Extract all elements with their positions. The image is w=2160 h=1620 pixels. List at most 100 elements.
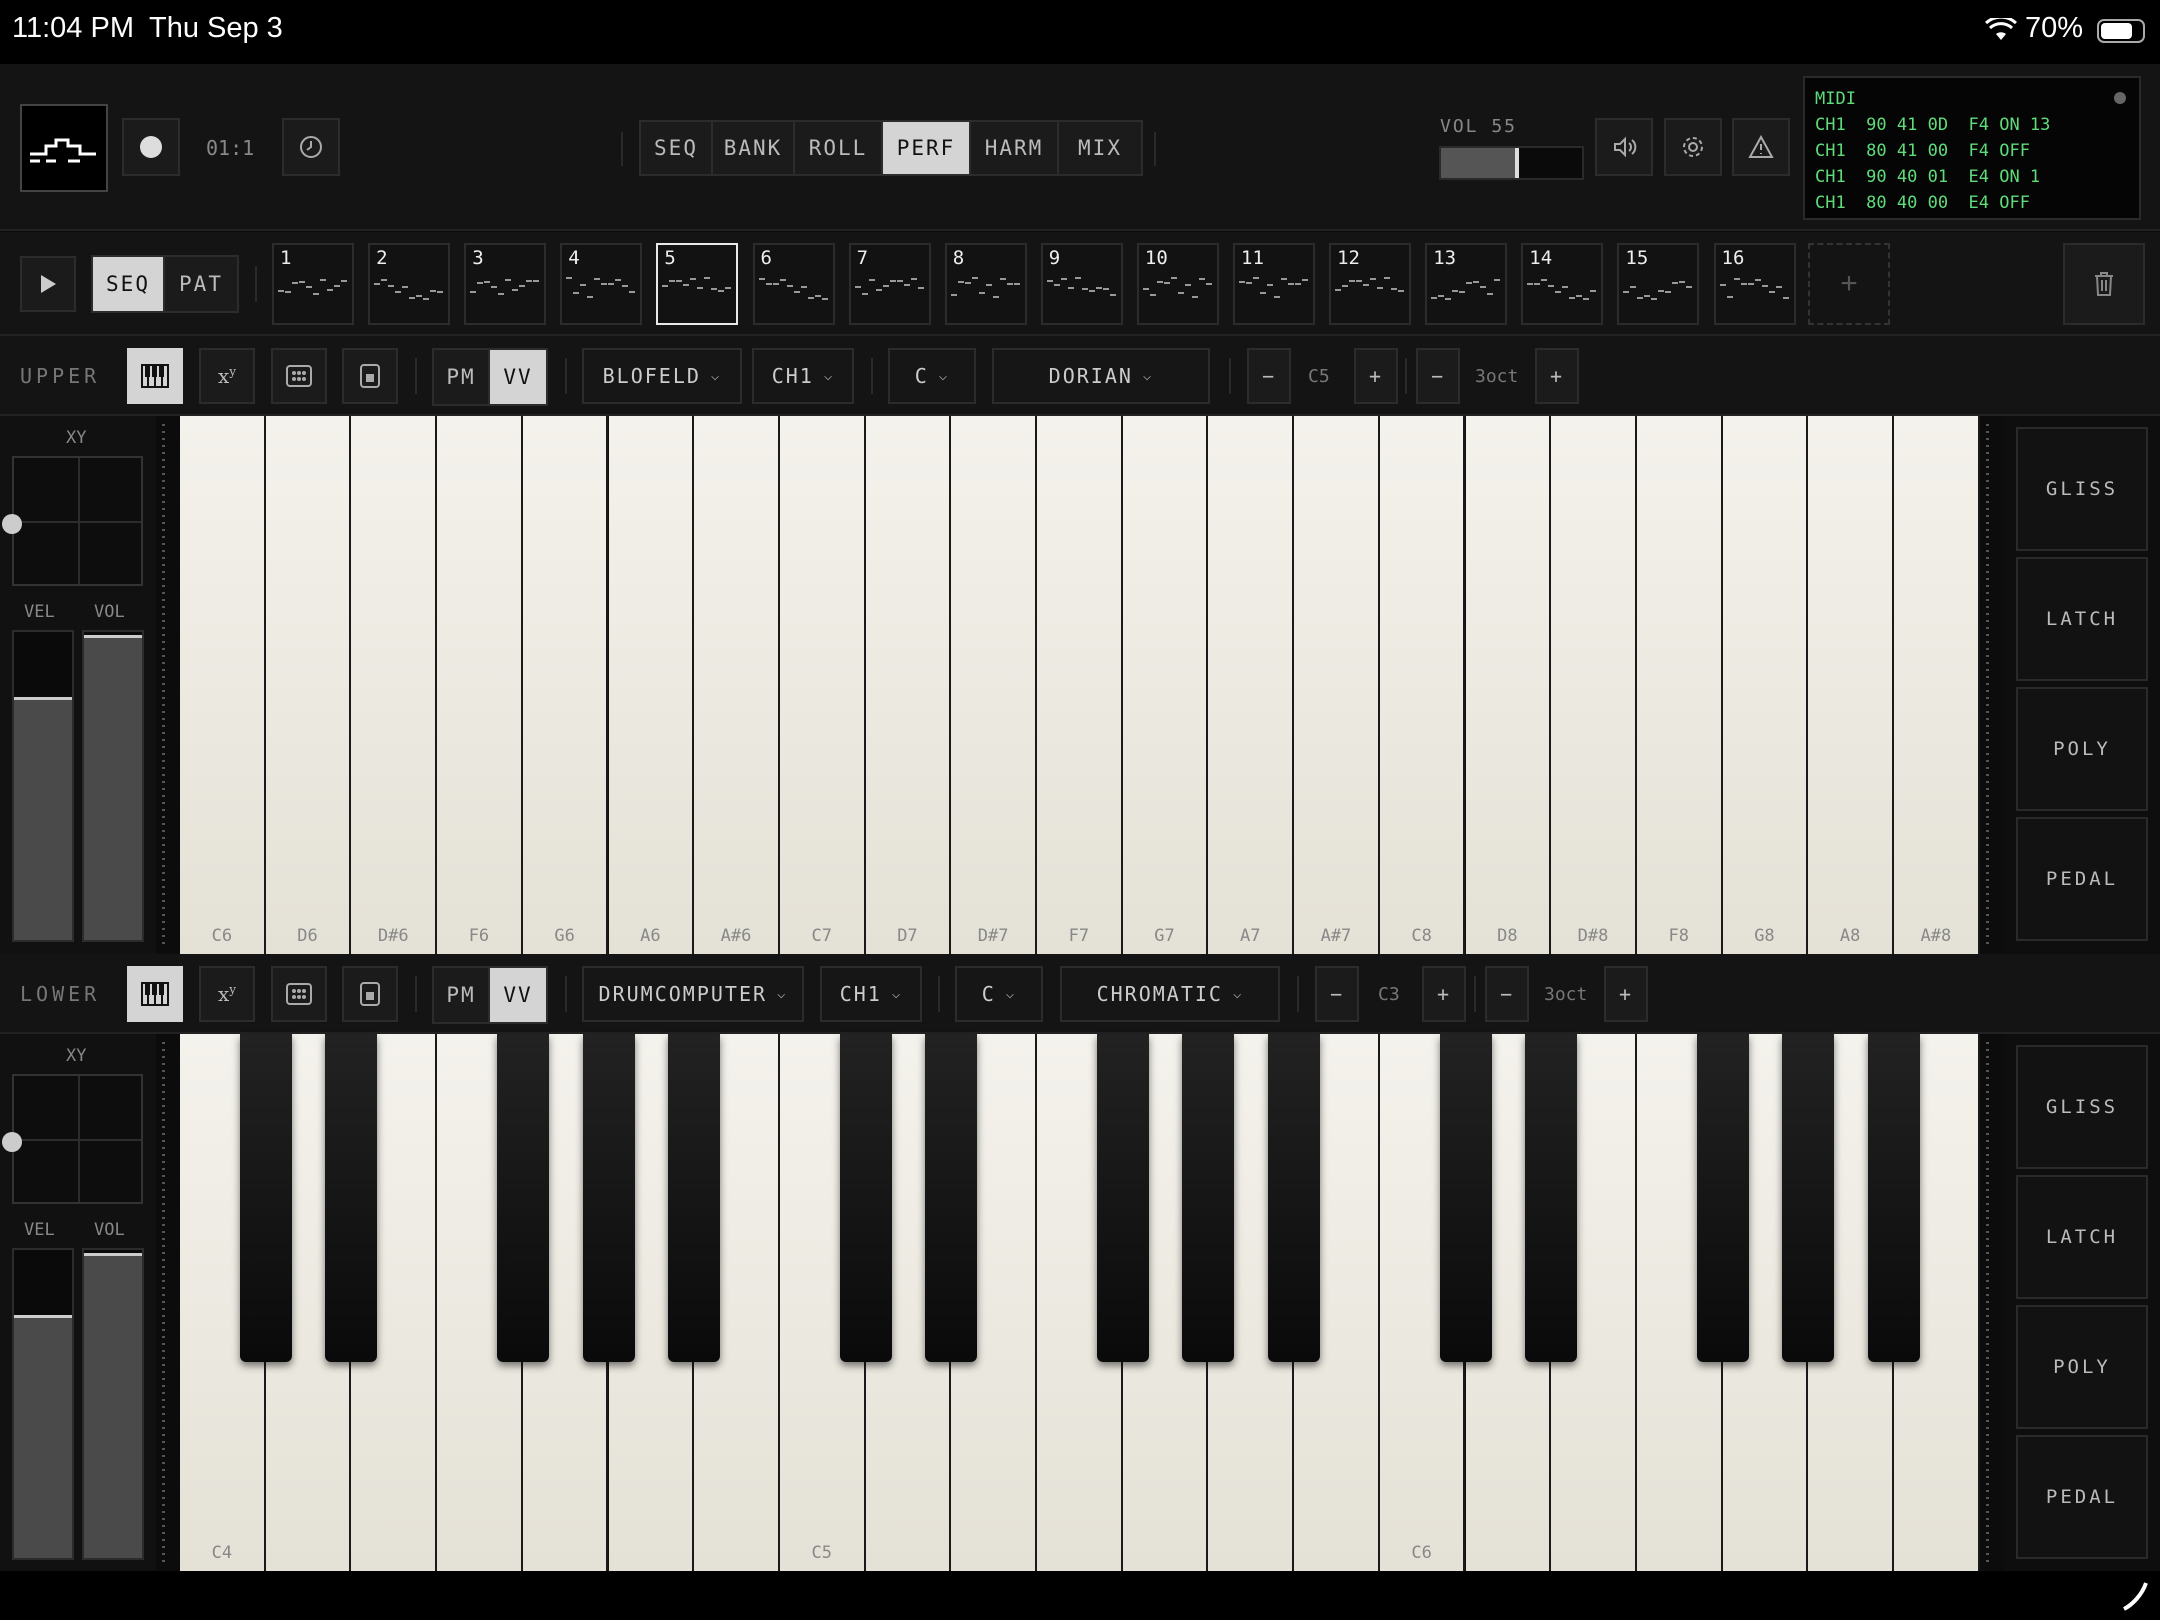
white-key[interactable]: A#6 — [694, 416, 780, 954]
upper-pedal-button[interactable]: PEDAL — [2016, 817, 2148, 941]
white-key[interactable]: F8 — [1636, 416, 1723, 954]
settings-button[interactable] — [1664, 118, 1722, 176]
tab-mix[interactable]: MIX — [1059, 122, 1141, 174]
pattern-slot-16[interactable]: 16 — [1713, 243, 1796, 325]
white-key[interactable]: D6 — [265, 416, 352, 954]
pattern-slot-10[interactable]: 10 — [1136, 243, 1219, 325]
lower-grid-mode-button[interactable] — [271, 966, 327, 1022]
mode-pat-button[interactable]: PAT — [165, 257, 237, 311]
delete-pattern-button[interactable] — [2063, 243, 2145, 325]
white-key[interactable]: G7 — [1122, 416, 1209, 954]
pattern-slot-15[interactable]: 15 — [1617, 243, 1700, 325]
upper-octave-down-button[interactable]: − — [1416, 348, 1460, 404]
lower-scale-dropdown[interactable]: CHROMATIC ⌵ — [1060, 966, 1280, 1022]
black-key[interactable] — [1525, 1034, 1578, 1362]
lower-channel-dropdown[interactable]: CH1 ⌵ — [820, 966, 922, 1022]
lower-poly-button[interactable]: POLY — [2016, 1305, 2148, 1429]
lower-keyboard[interactable]: C4 C5 C6 — [180, 1034, 1980, 1571]
lower-pedal-button[interactable]: PEDAL — [2016, 1435, 2148, 1559]
volume-slider[interactable] — [1439, 146, 1584, 180]
white-key[interactable]: C7 — [779, 416, 866, 954]
white-key[interactable]: A7 — [1208, 416, 1295, 954]
warning-button[interactable] — [1732, 118, 1790, 176]
pattern-slot-3[interactable]: 3 — [464, 243, 547, 325]
tab-bank[interactable]: BANK — [713, 122, 795, 174]
upper-keyboard-mode-button[interactable] — [127, 348, 183, 404]
upper-note-up-button[interactable]: + — [1354, 348, 1398, 404]
lower-fader-mode-button[interactable] — [342, 966, 398, 1022]
white-key[interactable]: D#8 — [1551, 416, 1637, 954]
tab-harm[interactable]: HARM — [971, 122, 1059, 174]
white-key[interactable]: D7 — [865, 416, 952, 954]
lower-key-dropdown[interactable]: C ⌵ — [955, 966, 1043, 1022]
white-key[interactable]: F6 — [437, 416, 523, 954]
white-key[interactable]: A8 — [1808, 416, 1894, 954]
upper-instrument-dropdown[interactable]: BLOFELD ⌵ — [582, 348, 742, 404]
upper-fader-mode-button[interactable] — [342, 348, 398, 404]
upper-velocity-fader[interactable] — [12, 630, 74, 942]
white-key[interactable]: F7 — [1037, 416, 1123, 954]
pattern-slot-6[interactable]: 6 — [752, 243, 835, 325]
pattern-slot-5[interactable]: 5 — [656, 243, 739, 325]
white-key[interactable]: G8 — [1722, 416, 1809, 954]
black-key[interactable] — [1268, 1034, 1321, 1362]
upper-gliss-button[interactable]: GLISS — [2016, 427, 2148, 551]
upper-keyboard[interactable]: C6 D6 D#6 F6 G6 A6 A#6 C7 D7 D#7 F7 G7 A7 A#7 C8 D8 D#8 F… — [180, 416, 1980, 954]
tab-perf[interactable]: PERF — [883, 122, 971, 174]
white-key[interactable]: D#6 — [351, 416, 438, 954]
upper-pm-button[interactable]: PM — [434, 350, 490, 404]
lower-note-up-button[interactable]: + — [1422, 966, 1466, 1022]
upper-octave-up-button[interactable]: + — [1535, 348, 1579, 404]
white-key[interactable]: D8 — [1465, 416, 1552, 954]
pattern-slot-14[interactable]: 14 — [1521, 243, 1604, 325]
upper-xy-handle[interactable] — [2, 514, 22, 534]
black-key[interactable] — [1439, 1034, 1492, 1362]
white-key[interactable]: A6 — [608, 416, 695, 954]
white-key[interactable]: A#8 — [1894, 416, 1980, 954]
pattern-slot-12[interactable]: 12 — [1329, 243, 1412, 325]
pattern-slot-2[interactable]: 2 — [368, 243, 451, 325]
black-key[interactable] — [668, 1034, 721, 1362]
lower-latch-button[interactable]: LATCH — [2016, 1175, 2148, 1299]
lower-octave-up-button[interactable]: + — [1604, 966, 1648, 1022]
black-key[interactable] — [839, 1034, 892, 1362]
lower-pm-button[interactable]: PM — [434, 968, 490, 1022]
upper-key-dropdown[interactable]: C ⌵ — [888, 348, 976, 404]
add-pattern-button[interactable]: + — [1808, 243, 1890, 325]
lower-vv-button[interactable]: VV — [490, 968, 546, 1022]
black-key[interactable] — [1696, 1034, 1749, 1362]
pattern-slot-7[interactable]: 7 — [848, 243, 931, 325]
app-logo[interactable] — [20, 104, 108, 192]
lower-keyboard-mode-button[interactable] — [127, 966, 183, 1022]
upper-grid-mode-button[interactable] — [271, 348, 327, 404]
black-key[interactable] — [325, 1034, 378, 1362]
lower-velocity-fader[interactable] — [12, 1248, 74, 1560]
lower-instrument-dropdown[interactable]: DRUMCOMPUTER ⌵ — [582, 966, 804, 1022]
play-button[interactable] — [20, 256, 76, 312]
white-key[interactable]: C6 — [180, 416, 266, 954]
black-key[interactable] — [1782, 1034, 1835, 1362]
white-key[interactable]: D#7 — [951, 416, 1037, 954]
lower-xy-mode-button[interactable]: xy — [199, 966, 255, 1022]
upper-note-down-button[interactable]: − — [1247, 348, 1291, 404]
upper-vv-button[interactable]: VV — [490, 350, 546, 404]
lower-octave-down-button[interactable]: − — [1485, 966, 1529, 1022]
upper-xy-mode-button[interactable]: xy — [199, 348, 255, 404]
black-key[interactable] — [1182, 1034, 1235, 1362]
tab-seq[interactable]: SEQ — [641, 122, 713, 174]
speaker-button[interactable] — [1595, 118, 1653, 176]
lower-xy-pad[interactable] — [12, 1074, 143, 1204]
pattern-slot-11[interactable]: 11 — [1233, 243, 1315, 325]
black-key[interactable] — [1096, 1034, 1149, 1362]
black-key[interactable] — [582, 1034, 635, 1362]
pattern-slot-4[interactable]: 4 — [560, 243, 643, 325]
lower-gliss-button[interactable]: GLISS — [2016, 1045, 2148, 1169]
upper-channel-dropdown[interactable]: CH1 ⌵ — [752, 348, 854, 404]
upper-poly-button[interactable]: POLY — [2016, 687, 2148, 811]
lower-note-down-button[interactable]: − — [1315, 966, 1359, 1022]
lower-xy-handle[interactable] — [2, 1132, 22, 1152]
upper-scale-dropdown[interactable]: DORIAN ⌵ — [992, 348, 1210, 404]
pattern-slot-8[interactable]: 8 — [944, 243, 1027, 325]
white-key[interactable]: G6 — [522, 416, 609, 954]
upper-volume-fader[interactable] — [82, 630, 144, 942]
